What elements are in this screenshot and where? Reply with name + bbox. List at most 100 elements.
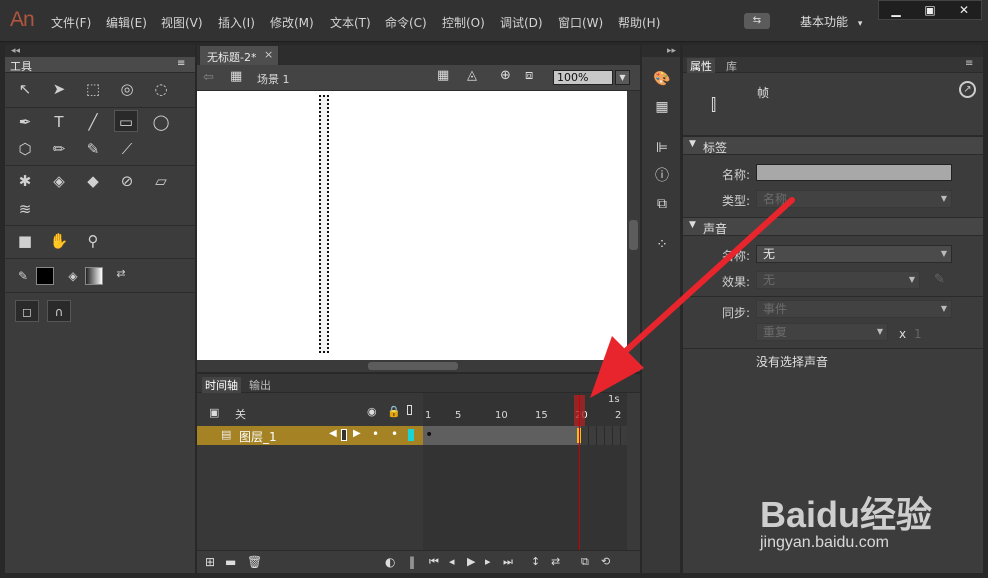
restore-button[interactable]: ▣ — [913, 1, 947, 19]
sync-select[interactable]: 事件 ▼ — [756, 300, 952, 318]
color-palette-icon[interactable]: 🎨 — [652, 69, 672, 89]
lock-icon[interactable]: 🔒 — [387, 405, 401, 418]
empty-frames[interactable] — [581, 426, 627, 445]
play-icon[interactable]: ▶ — [467, 555, 475, 568]
paint-brush-tool-icon[interactable]: ⟋ — [115, 138, 139, 160]
frames-area[interactable]: 1 5 10 15 20 2 1s — [423, 393, 627, 550]
menu-edit[interactable]: 编辑(E) — [106, 14, 147, 31]
pencil-tool-icon[interactable]: ✏ — [47, 138, 71, 160]
playhead-line[interactable] — [579, 395, 580, 570]
delete-layer-icon[interactable]: 🗑 — [247, 555, 262, 569]
visibility-dot[interactable]: • — [372, 427, 379, 441]
repeat-select[interactable]: 重复 ▼ — [756, 323, 888, 341]
text-tool-icon[interactable]: T — [47, 111, 71, 133]
stage-vertical-scroll-thumb[interactable] — [629, 220, 638, 250]
loop-icon[interactable]: ⇄ — [551, 555, 560, 568]
tools-collapse-bar[interactable]: ◂◂ — [5, 45, 195, 57]
step-forward-icon[interactable]: ▸ — [485, 555, 491, 568]
zoom-input[interactable]: 100% — [553, 70, 613, 85]
edit-symbols-icon[interactable]: ◬ — [467, 68, 477, 83]
stroke-color-icon[interactable]: ✎ — [11, 265, 35, 287]
stroke-color-swatch[interactable] — [36, 267, 54, 285]
swap-colors-icon[interactable]: ⇄ — [109, 263, 133, 285]
menu-debug[interactable]: 调试(D) — [500, 14, 543, 31]
next-keyframe-icon[interactable]: ▶ — [353, 428, 361, 439]
panel-menu-icon[interactable]: ≡ — [965, 58, 973, 69]
last-frame-icon[interactable]: ⏭ — [503, 555, 513, 569]
hand-tool-icon[interactable]: ✋ — [47, 230, 71, 252]
section-label[interactable]: ▼ 标签 — [683, 136, 983, 155]
edit-envelope-icon[interactable]: ✎ — [934, 272, 945, 287]
3d-rotation-tool-icon[interactable]: ◎ — [115, 78, 139, 100]
step-back-icon[interactable]: ◂ — [449, 555, 455, 568]
section-sound[interactable]: ▼ 声音 — [683, 217, 983, 236]
eye-icon[interactable]: ◉ — [367, 405, 377, 418]
tab-timeline[interactable]: 时间轴 — [202, 377, 241, 393]
label-type-select[interactable]: 名称 ▼ — [756, 190, 952, 208]
object-drawing-icon[interactable]: ◻ — [15, 300, 39, 322]
eraser-tool-icon[interactable]: ▱ — [149, 170, 173, 192]
center-frame-icon[interactable]: ↕ — [531, 555, 540, 568]
lasso-tool-icon[interactable]: ◌ — [149, 78, 173, 100]
info-icon[interactable]: ⓘ — [652, 166, 672, 186]
new-folder-icon[interactable]: ▬ — [225, 555, 236, 569]
clip-stage-icon[interactable]: ⧈ — [525, 68, 533, 83]
width-tool-icon[interactable]: ≋ — [13, 198, 37, 220]
close-icon[interactable]: × — [264, 48, 273, 61]
oval-tool-icon[interactable]: ◯ — [149, 111, 173, 133]
zoom-tool-icon[interactable]: ⚲ — [81, 230, 105, 252]
splitter-icon[interactable]: ‖ — [409, 555, 415, 569]
layer-row[interactable]: ▤ 图层_1 ◀ ▶ • • — [197, 426, 423, 445]
layer-color-swatch[interactable] — [408, 429, 414, 441]
new-layer-icon[interactable]: ⊞ — [205, 555, 215, 569]
selected-rectangle-shape[interactable] — [319, 95, 329, 353]
edit-scene-icon[interactable]: ▦ — [437, 68, 449, 83]
frame-name-input[interactable] — [756, 164, 952, 181]
panels-collapse-bar[interactable]: ▸▸ — [642, 45, 680, 57]
menu-control[interactable]: 控制(O) — [442, 14, 485, 31]
menu-window[interactable]: 窗口(W) — [558, 14, 603, 31]
tab-library[interactable]: 库 — [726, 58, 737, 74]
rectangle-tool-icon[interactable]: ▭ — [114, 110, 138, 132]
ink-bottle-tool-icon[interactable]: ◆ — [81, 170, 105, 192]
snap-to-objects-icon[interactable]: ∩ — [47, 300, 71, 322]
menu-text[interactable]: 文本(T) — [330, 14, 371, 31]
sound-name-select[interactable]: 无 ▼ — [756, 245, 952, 263]
keyframe-toggle-icon[interactable] — [341, 429, 347, 441]
scene-label[interactable]: 场景 1 — [257, 71, 290, 87]
layer-name[interactable]: 图层_1 — [239, 428, 277, 445]
polystar-tool-icon[interactable]: ⬡ — [13, 138, 37, 160]
stage-horizontal-scroll-thumb[interactable] — [368, 362, 458, 370]
workspace-switcher[interactable]: 基本功能 ▾ — [800, 13, 862, 30]
pen-tool-icon[interactable]: ✒ — [13, 111, 37, 133]
menu-modify[interactable]: 修改(M) — [270, 14, 314, 31]
document-tab[interactable]: 无标题-2* × — [199, 45, 279, 65]
center-stage-icon[interactable]: ⊕ — [500, 68, 511, 83]
camera-icon[interactable]: ◐ — [385, 555, 395, 569]
timeline-vertical-scrollbar[interactable] — [627, 393, 640, 550]
tab-output[interactable]: 输出 — [249, 377, 271, 393]
keyframe-dot[interactable]: • — [425, 427, 433, 443]
fill-color-swatch[interactable] — [85, 267, 103, 285]
onion-skin-icon[interactable]: ⧉ — [581, 555, 589, 569]
subselection-tool-icon[interactable]: ➤ — [47, 78, 71, 100]
tab-properties[interactable]: 属性 — [687, 58, 715, 74]
paint-bucket-tool-icon[interactable]: ◈ — [47, 170, 71, 192]
camera-tool-icon[interactable]: ■ — [13, 230, 37, 252]
menu-view[interactable]: 视图(V) — [161, 14, 203, 31]
prev-keyframe-icon[interactable]: ◀ — [329, 428, 337, 439]
menu-help[interactable]: 帮助(H) — [618, 14, 660, 31]
back-arrow-icon[interactable]: ⇦ — [203, 70, 214, 85]
components-icon[interactable]: ⁘ — [652, 235, 672, 255]
stage-canvas[interactable] — [197, 91, 640, 360]
chevron-down-icon[interactable]: ▼ — [615, 70, 630, 85]
selection-tool-icon[interactable]: ↖ — [13, 78, 37, 100]
swatches-grid-icon[interactable]: ▦ — [652, 97, 672, 117]
align-icon[interactable]: ⊫ — [652, 138, 672, 158]
menu-commands[interactable]: 命令(C) — [385, 14, 427, 31]
sync-settings-button[interactable]: ⇆ — [744, 13, 770, 29]
outline-icon[interactable] — [407, 405, 412, 415]
edit-multiple-frames-icon[interactable]: ⟲ — [601, 555, 610, 568]
free-transform-tool-icon[interactable]: ⬚ — [81, 78, 105, 100]
bone-tool-icon[interactable]: ✱ — [13, 170, 37, 192]
